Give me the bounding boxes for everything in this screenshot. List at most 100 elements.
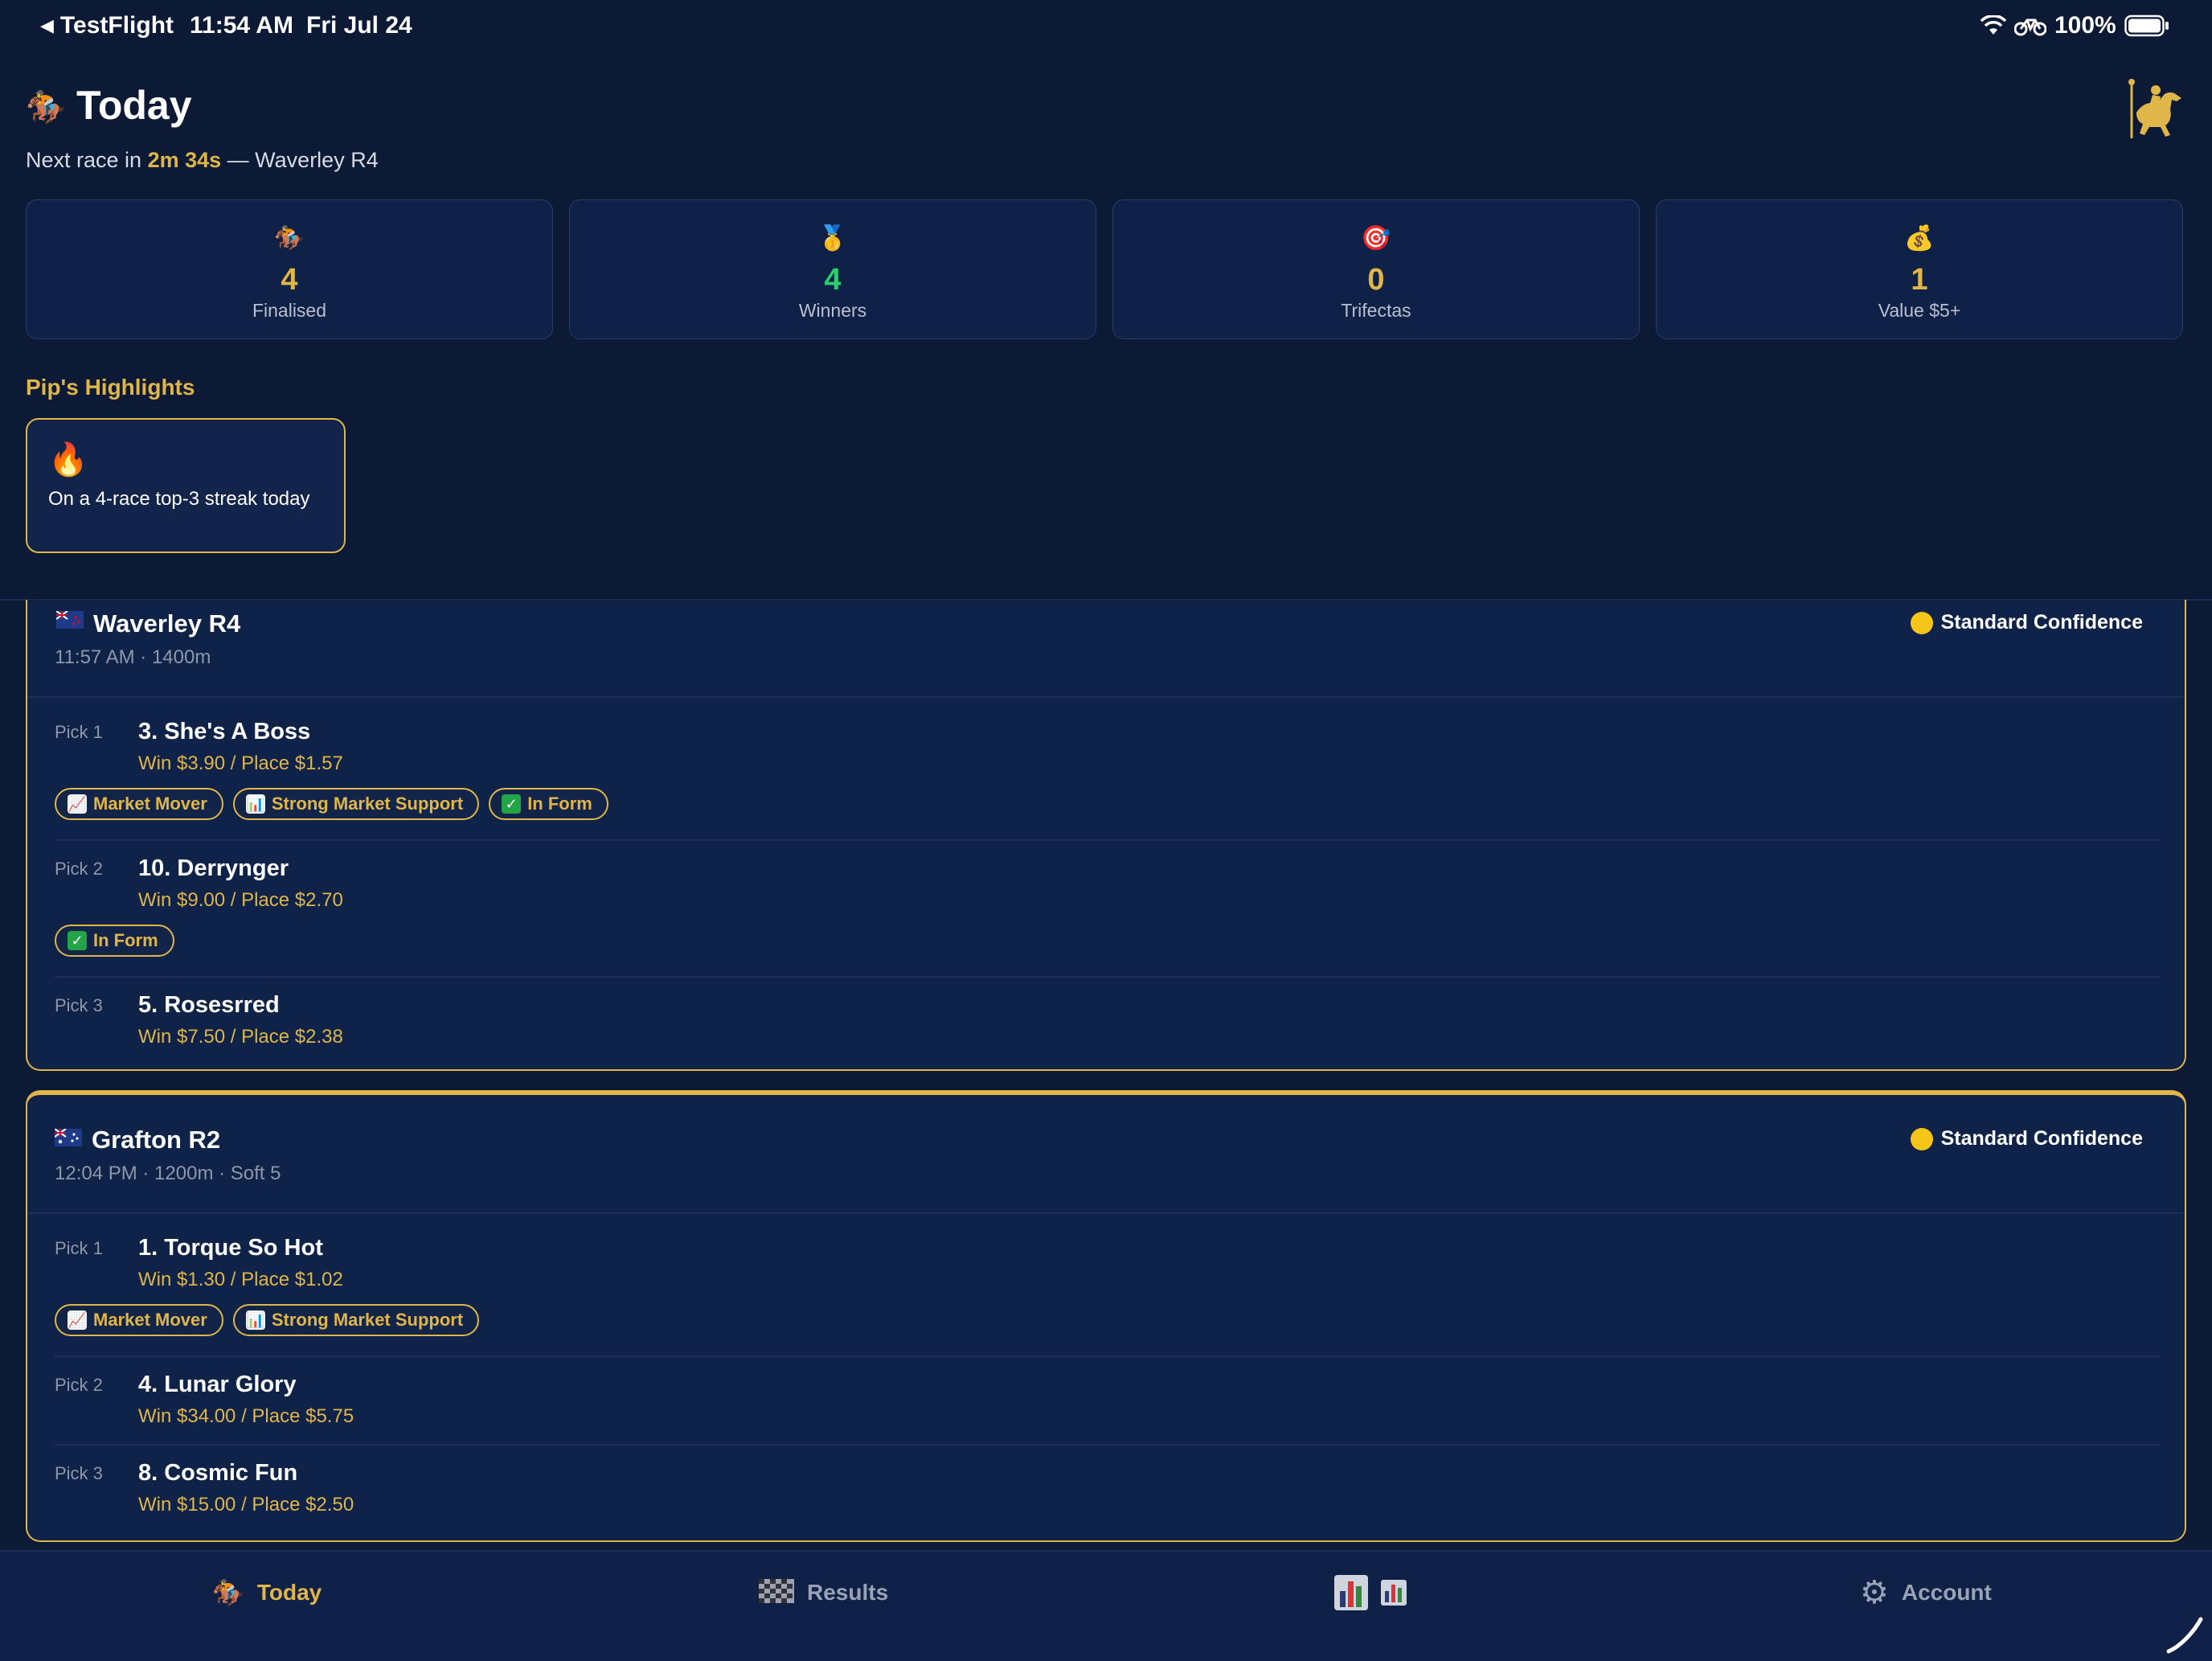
stat-label: Winners bbox=[798, 300, 867, 321]
tag-label: In Form bbox=[527, 794, 592, 814]
tag-in-form[interactable]: ✓ In Form bbox=[489, 788, 608, 820]
tab-label: Today bbox=[256, 1580, 322, 1605]
next-race-countdown: 2m 34s bbox=[147, 148, 222, 172]
horse-odds: Win $9.00 / Place $2.70 bbox=[138, 889, 343, 911]
horse-name: 5. Rosesrred bbox=[138, 992, 280, 1018]
bar-chart-icon bbox=[1381, 1580, 1407, 1606]
pick-label: Pick 2 bbox=[55, 1375, 103, 1395]
tag-in-form[interactable]: ✓ In Form bbox=[55, 925, 174, 957]
checkered-flag-icon bbox=[759, 1579, 794, 1603]
pick-label: Pick 1 bbox=[55, 722, 103, 742]
pick-divider bbox=[55, 1444, 2161, 1446]
pick-label: Pick 3 bbox=[55, 995, 103, 1015]
stat-label: Value $5+ bbox=[1878, 300, 1961, 321]
money-bag-icon: 💰 bbox=[1904, 225, 1935, 252]
tag-strong-market-support[interactable]: 📊 Strong Market Support bbox=[232, 788, 480, 820]
yellow-circle-icon bbox=[1910, 611, 1933, 634]
back-arrow-icon: ◀ bbox=[40, 15, 54, 35]
tag-market-mover[interactable]: 📈 Market Mover bbox=[55, 1304, 223, 1336]
pick-divider bbox=[55, 839, 2161, 841]
horse-name: 10. Derrynger bbox=[138, 855, 289, 881]
pick-divider bbox=[55, 1355, 2161, 1357]
tab-stats[interactable] bbox=[1334, 1574, 1419, 1611]
pick-label: Pick 3 bbox=[55, 1463, 103, 1483]
horse-odds: Win $7.50 / Place $2.38 bbox=[138, 1026, 343, 1048]
tag-row: 📈 Market Mover 📊 Strong Market Support bbox=[55, 1304, 480, 1336]
battery-percent: 100% bbox=[2054, 12, 2116, 39]
stat-card-value[interactable]: 💰 1 Value $5+ bbox=[1656, 199, 2183, 339]
horse-odds: Win $34.00 / Place $5.75 bbox=[138, 1405, 354, 1427]
horse-racing-icon: 🏇 bbox=[212, 1578, 244, 1607]
pick-label: Pick 1 bbox=[55, 1238, 103, 1258]
next-race-prefix: Next race in bbox=[26, 148, 142, 172]
tab-results[interactable]: Results bbox=[759, 1574, 888, 1611]
confidence-label: Standard Confidence bbox=[1940, 611, 2143, 634]
bicycle-icon bbox=[2014, 18, 2046, 36]
gear-icon: ⚙ bbox=[1860, 1575, 1889, 1610]
stat-value: 4 bbox=[281, 263, 298, 297]
check-mark-icon: ✓ bbox=[502, 794, 522, 814]
stat-label: Finalised bbox=[252, 300, 327, 321]
horse-racing-icon: 🏇 bbox=[26, 90, 66, 125]
stat-card-trifectas[interactable]: 🎯 0 Trifectas bbox=[1112, 199, 1640, 339]
medal-icon: 🥇 bbox=[817, 225, 848, 252]
yellow-circle-icon bbox=[1910, 1127, 1933, 1150]
status-date: Fri Jul 24 bbox=[306, 12, 412, 39]
back-app-label: TestFlight bbox=[59, 12, 174, 39]
horse-odds: Win $1.30 / Place $1.02 bbox=[138, 1269, 343, 1290]
race-name: Grafton R2 bbox=[92, 1126, 221, 1154]
stat-label: Trifectas bbox=[1341, 300, 1411, 321]
nz-flag-icon bbox=[55, 609, 84, 634]
status-icons: 100% bbox=[1981, 11, 2169, 40]
target-icon: 🎯 bbox=[1361, 225, 1391, 252]
tab-account[interactable]: ⚙ Account bbox=[1860, 1574, 1992, 1611]
pencil-stroke-icon[interactable] bbox=[2165, 1614, 2206, 1655]
chart-increasing-icon: 📈 bbox=[68, 1310, 87, 1330]
bar-chart-icon: 📊 bbox=[245, 794, 265, 814]
confidence-label: Standard Confidence bbox=[1940, 1127, 2143, 1150]
next-race-banner: Next race in 2m 34s — Waverley R4 bbox=[26, 148, 379, 173]
horse-rider-logo-icon[interactable] bbox=[2125, 77, 2183, 141]
tag-row: ✓ In Form bbox=[55, 925, 174, 957]
stat-value: 4 bbox=[824, 263, 842, 297]
horse-name: 1. Torque So Hot bbox=[138, 1235, 323, 1261]
tag-label: Strong Market Support bbox=[271, 1310, 464, 1330]
bar-chart-icon: 📊 bbox=[245, 1310, 265, 1330]
fire-icon: 🔥 bbox=[48, 442, 88, 478]
bar-chart-icon bbox=[1334, 1575, 1368, 1610]
highlight-card[interactable]: 🔥 On a 4-race top-3 streak today bbox=[26, 418, 346, 553]
next-race-suffix: — Waverley R4 bbox=[227, 148, 379, 172]
tab-today[interactable]: 🏇 Today bbox=[212, 1574, 322, 1611]
status-back[interactable]: ◀ TestFlight bbox=[40, 11, 174, 40]
tag-label: Strong Market Support bbox=[271, 794, 464, 814]
race-card-waverley[interactable]: Waverley R4 11:57 AM · 1400m Standard Co… bbox=[26, 600, 2186, 1071]
highlight-text: On a 4-race top-3 streak today bbox=[48, 488, 310, 510]
au-flag-icon bbox=[54, 1127, 82, 1152]
tag-label: Market Mover bbox=[93, 794, 207, 814]
stat-value: 1 bbox=[1911, 263, 1928, 297]
confidence-badge: Standard Confidence bbox=[1910, 611, 2143, 634]
confidence-badge: Standard Confidence bbox=[1910, 1127, 2143, 1150]
card-divider bbox=[27, 696, 2185, 698]
horse-name: 3. She's A Boss bbox=[138, 719, 311, 744]
battery-icon bbox=[2124, 14, 2169, 37]
stat-card-finalised[interactable]: 🏇 4 Finalised bbox=[26, 199, 553, 339]
horse-odds: Win $15.00 / Place $2.50 bbox=[138, 1494, 354, 1515]
horse-name: 8. Cosmic Fun bbox=[138, 1460, 298, 1486]
tab-label: Account bbox=[1901, 1580, 1992, 1605]
pick-label: Pick 2 bbox=[55, 859, 103, 879]
card-divider bbox=[27, 1212, 2185, 1214]
race-meta: 11:57 AM · 1400m bbox=[55, 646, 211, 668]
tag-market-mover[interactable]: 📈 Market Mover bbox=[55, 788, 223, 820]
stat-card-winners[interactable]: 🥇 4 Winners bbox=[569, 199, 1096, 339]
stat-value: 0 bbox=[1367, 263, 1385, 297]
tag-label: In Form bbox=[93, 930, 158, 950]
check-mark-icon: ✓ bbox=[68, 931, 87, 950]
pick-divider bbox=[55, 976, 2161, 978]
highlights-heading: Pip's Highlights bbox=[26, 375, 195, 400]
race-card-grafton[interactable]: Grafton R2 12:04 PM · 1200m · Soft 5 Sta… bbox=[26, 1090, 2186, 1542]
tag-label: Market Mover bbox=[93, 1310, 207, 1330]
chart-increasing-icon: 📈 bbox=[68, 794, 87, 814]
tag-strong-market-support[interactable]: 📊 Strong Market Support bbox=[232, 1304, 480, 1336]
race-meta: 12:04 PM · 1200m · Soft 5 bbox=[55, 1163, 281, 1184]
